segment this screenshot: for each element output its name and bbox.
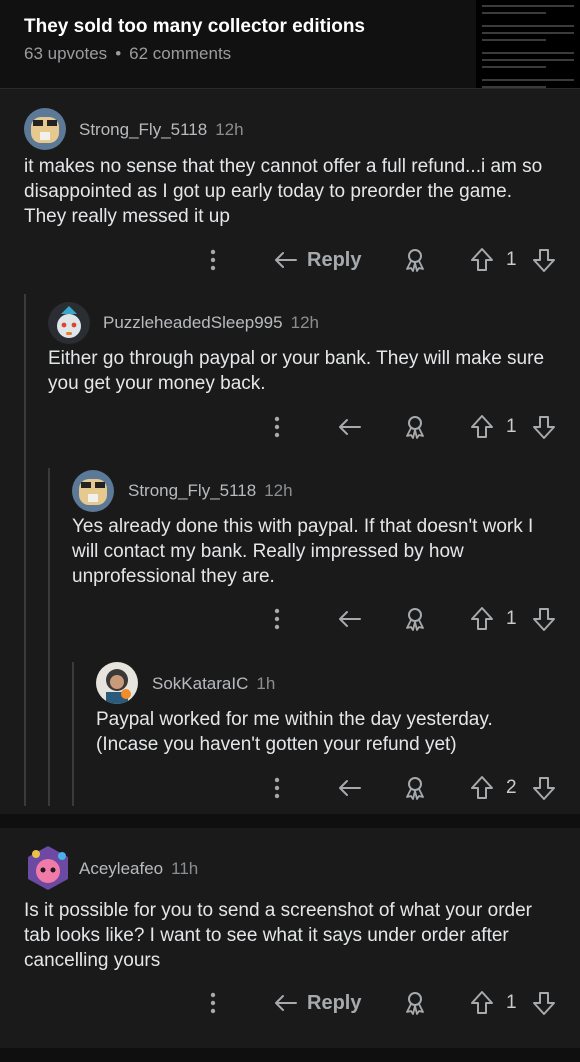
upvote-arrow-icon[interactable] — [470, 988, 494, 1018]
post-meta: 63 upvotes • 62 comments — [24, 44, 231, 64]
more-vertical-icon[interactable] — [204, 245, 222, 275]
award-icon[interactable] — [402, 412, 428, 442]
avatar[interactable] — [24, 108, 66, 150]
more-vertical-icon[interactable] — [268, 412, 286, 442]
comment-time: 11h — [171, 859, 199, 878]
comment-body: Either go through paypal or your bank. T… — [48, 348, 545, 394]
more-vertical-icon[interactable] — [268, 604, 286, 634]
award-icon[interactable] — [402, 604, 428, 634]
comment-thread: Aceyleafeo 11h Is it possible for you to … — [0, 828, 580, 1048]
reply-arrow-icon[interactable] — [337, 773, 363, 803]
vote-count: 1 — [506, 416, 517, 437]
reply-arrow-icon[interactable] — [337, 604, 363, 634]
comment-author[interactable]: SokKataraIC 1h — [152, 674, 275, 694]
comment-actions: Reply 1 — [0, 245, 580, 275]
vote-count: 1 — [506, 249, 517, 270]
comment-author[interactable]: Aceyleafeo 11h — [79, 859, 198, 879]
comment-body: Paypal worked for me within the day yest… — [96, 709, 493, 755]
avatar[interactable] — [24, 844, 72, 892]
comment-actions: 1 — [0, 412, 580, 442]
comment-author[interactable]: PuzzleheadedSleep995 12h — [103, 313, 319, 333]
more-vertical-icon[interactable] — [204, 988, 222, 1018]
award-icon[interactable] — [402, 245, 428, 275]
upvote-arrow-icon[interactable] — [470, 773, 494, 803]
comment-time: 12h — [215, 120, 244, 139]
comment-author[interactable]: Strong_Fly_5118 12h — [79, 120, 244, 140]
comment-time: 1h — [256, 674, 276, 693]
thread-separator — [0, 1048, 580, 1062]
reply-button[interactable]: Reply — [273, 988, 361, 1018]
comment-body: Is it possible for you to send a screens… — [24, 900, 532, 971]
downvote-arrow-icon[interactable] — [532, 773, 556, 803]
downvote-arrow-icon[interactable] — [532, 604, 556, 634]
reply-arrow-icon — [273, 249, 299, 271]
comment-count: 62 comments — [129, 44, 232, 63]
upvote-count: 63 upvotes — [24, 44, 108, 63]
more-vertical-icon[interactable] — [268, 773, 286, 803]
vote-count: 1 — [506, 608, 517, 629]
comment-actions: Reply 1 — [0, 988, 580, 1018]
comment-actions: 1 — [0, 604, 580, 634]
thread-line[interactable] — [24, 294, 26, 806]
meta-separator: • — [115, 44, 122, 63]
reply-label: Reply — [307, 991, 362, 1014]
reply-label: Reply — [307, 248, 362, 271]
downvote-arrow-icon[interactable] — [532, 412, 556, 442]
thread-line[interactable] — [48, 468, 50, 806]
comment-author[interactable]: Strong_Fly_5118 12h — [128, 481, 293, 501]
upvote-arrow-icon[interactable] — [470, 245, 494, 275]
vote-count: 2 — [506, 777, 517, 798]
comment-body: Yes already done this with paypal. If th… — [72, 516, 534, 587]
comment-time: 12h — [264, 481, 293, 500]
downvote-arrow-icon[interactable] — [532, 988, 556, 1018]
comment-time: 12h — [290, 313, 319, 332]
post-header: They sold too many collector editions 63… — [0, 0, 580, 89]
reply-button[interactable]: Reply — [273, 245, 361, 275]
post-title[interactable]: They sold too many collector editions — [24, 16, 365, 38]
reply-arrow-icon — [273, 992, 299, 1014]
comment-thread: Strong_Fly_5118 12h it makes no sense tha… — [0, 96, 580, 814]
thread-separator — [0, 814, 580, 828]
avatar[interactable] — [96, 662, 138, 704]
upvote-arrow-icon[interactable] — [470, 412, 494, 442]
avatar[interactable] — [72, 470, 114, 512]
comment-actions: 2 — [0, 773, 580, 803]
post-thumbnail[interactable] — [476, 0, 580, 88]
avatar[interactable] — [48, 302, 90, 344]
reply-arrow-icon[interactable] — [337, 412, 363, 442]
award-icon[interactable] — [402, 988, 428, 1018]
downvote-arrow-icon[interactable] — [532, 245, 556, 275]
comment-body: it makes no sense that they cannot offer… — [24, 156, 543, 227]
upvote-arrow-icon[interactable] — [470, 604, 494, 634]
vote-count: 1 — [506, 992, 517, 1013]
award-icon[interactable] — [402, 773, 428, 803]
